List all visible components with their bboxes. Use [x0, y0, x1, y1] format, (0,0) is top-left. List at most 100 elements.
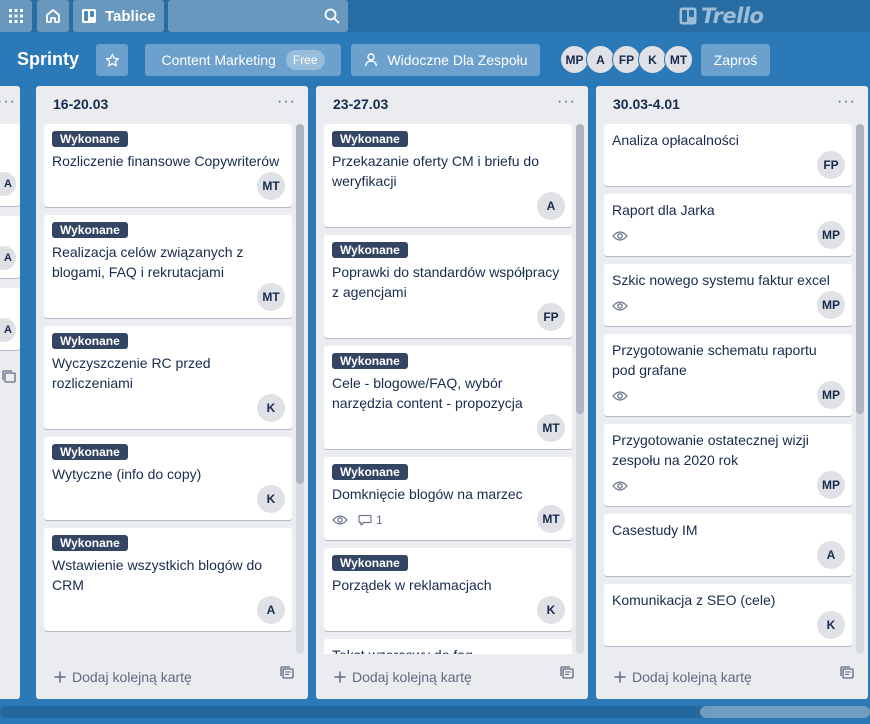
- card-member-avatar[interactable]: A: [0, 246, 16, 270]
- card-template-icon[interactable]: [560, 666, 574, 685]
- card-label[interactable]: Wykonane: [52, 333, 128, 349]
- card-title: Tekst wzorcowy do faq: [332, 645, 564, 654]
- card-member-avatar[interactable]: MT: [537, 505, 565, 533]
- board-horizontal-scrollbar[interactable]: [0, 706, 870, 718]
- list-card[interactable]: Wykonane Rozliczenie finansowe Copywriter…: [44, 124, 292, 207]
- list-menu-icon[interactable]: ···: [557, 93, 576, 111]
- cards-container: Wykonane Rozliczenie finansowe Copywriter…: [44, 124, 300, 654]
- add-card-button[interactable]: Dodaj kolejną kartę: [334, 669, 472, 685]
- list-card[interactable]: A: [0, 124, 20, 206]
- card-member-avatar[interactable]: MT: [257, 283, 285, 311]
- star-board-button[interactable]: [96, 44, 128, 76]
- list-card[interactable]: Wykonane Realizacja celów związanych z bl…: [44, 215, 292, 318]
- card-member-avatar[interactable]: A: [257, 596, 285, 624]
- card-member-avatar[interactable]: K: [257, 485, 285, 513]
- add-card-button[interactable]: Dodaj kolejną kartę: [54, 669, 192, 685]
- card-member-avatar[interactable]: K: [257, 394, 285, 422]
- list-title[interactable]: 30.03-4.01: [613, 96, 680, 112]
- card-member-avatar[interactable]: A: [0, 172, 16, 196]
- card-member-avatar[interactable]: K: [817, 611, 845, 639]
- list-card[interactable]: Wykonane Domknięcie blogów na marzec 1 MT: [324, 457, 572, 540]
- member-avatar-mt[interactable]: MT: [664, 45, 693, 74]
- list-card[interactable]: Tekst wzorcowy do faq: [324, 639, 572, 654]
- card-member-avatar[interactable]: FP: [537, 303, 565, 331]
- list-card[interactable]: Przygotowanie ostatecznej wizji zespołu …: [604, 424, 852, 506]
- member-avatar-fp[interactable]: FP: [612, 45, 641, 74]
- list-menu-icon[interactable]: ···: [0, 93, 16, 111]
- list-menu-icon[interactable]: ···: [837, 93, 856, 111]
- list-card[interactable]: Wykonane Wstawienie wszystkich blogów do …: [44, 528, 292, 631]
- list-title[interactable]: 23-27.03: [333, 96, 388, 112]
- board-title[interactable]: Sprinty: [17, 49, 79, 70]
- list-card[interactable]: Wykonane Porządek w reklamacjach K: [324, 548, 572, 631]
- card-title: Przekazanie oferty CM i briefu do weryfi…: [332, 153, 539, 189]
- invite-button[interactable]: Zaproś: [701, 44, 770, 76]
- card-member-avatar[interactable]: MP: [817, 221, 845, 249]
- list-card[interactable]: Szkic nowego systemu faktur excel MP: [604, 264, 852, 326]
- list-card[interactable]: Przygotowanie schematu raportu pod grafa…: [604, 334, 852, 416]
- card-member-avatar[interactable]: MP: [817, 291, 845, 319]
- card-label[interactable]: Wykonane: [52, 131, 128, 147]
- list-card[interactable]: A: [0, 288, 20, 350]
- card-badges: K: [612, 611, 845, 640]
- card-label[interactable]: Wykonane: [332, 131, 408, 147]
- list-scrollbar[interactable]: [296, 124, 304, 654]
- search-input[interactable]: [168, 0, 348, 32]
- card-label[interactable]: Wykonane: [52, 444, 128, 460]
- card-label[interactable]: Wykonane: [52, 535, 128, 551]
- list-card[interactable]: Raport dla Jarka MP: [604, 194, 852, 256]
- list-card[interactable]: Wykonane Cele - blogowe/FAQ, wybór narzęd…: [324, 346, 572, 449]
- list-card[interactable]: Komunikacja z SEO (cele) K: [604, 584, 852, 646]
- home-button[interactable]: [37, 0, 69, 32]
- card-label[interactable]: Wykonane: [332, 464, 408, 480]
- list-card[interactable]: Casestudy IM A: [604, 514, 852, 576]
- card-label[interactable]: Wykonane: [332, 555, 408, 571]
- scrollbar-thumb[interactable]: [296, 124, 304, 484]
- card-label[interactable]: Wykonane: [332, 242, 408, 258]
- add-card-label: Dodaj kolejną kartę: [72, 669, 192, 685]
- visibility-button[interactable]: Widoczne Dla Zespołu: [351, 44, 540, 76]
- card-template-icon[interactable]: [840, 666, 854, 685]
- list-menu-icon[interactable]: ···: [277, 93, 296, 111]
- scrollbar-thumb[interactable]: [700, 706, 870, 718]
- list-card[interactable]: Analiza opłacalności FP: [604, 124, 852, 186]
- trello-logo[interactable]: Trello: [679, 4, 764, 28]
- card-label[interactable]: Wykonane: [332, 353, 408, 369]
- scrollbar-thumb[interactable]: [576, 124, 584, 414]
- list-card[interactable]: Wykonane Przekazanie oferty CM i briefu d…: [324, 124, 572, 227]
- card-badges: A: [332, 192, 565, 221]
- list-scrollbar[interactable]: [856, 124, 864, 654]
- card-member-avatar[interactable]: A: [817, 541, 845, 569]
- list-card[interactable]: Wykonane Wytyczne (info do copy) K: [44, 437, 292, 520]
- member-avatar-a[interactable]: A: [586, 45, 615, 74]
- apps-grid-button[interactable]: [0, 0, 32, 32]
- list-card[interactable]: Wykonane Poprawki do standardów współprac…: [324, 235, 572, 338]
- boards-button[interactable]: Tablice: [73, 0, 164, 32]
- card-badges: K: [52, 394, 285, 423]
- card-badges: MP: [612, 291, 845, 320]
- team-button[interactable]: Content Marketing Free: [145, 44, 341, 76]
- card-title: Realizacja celów związanych z blogami, F…: [52, 244, 244, 280]
- card-member-avatar[interactable]: K: [537, 596, 565, 624]
- list-card[interactable]: Wykonane Wyczyszczenie RC przed rozliczen…: [44, 326, 292, 429]
- list-scrollbar[interactable]: [576, 124, 584, 654]
- card-member-avatar[interactable]: MP: [817, 381, 845, 409]
- card-template-icon[interactable]: [2, 370, 16, 384]
- list-card[interactable]: A: [0, 216, 20, 278]
- card-member-avatar[interactable]: MP: [817, 471, 845, 499]
- member-avatar-k[interactable]: K: [638, 45, 667, 74]
- scrollbar-thumb[interactable]: [856, 124, 864, 414]
- card-badges: FP: [332, 303, 565, 332]
- card-member-avatar[interactable]: MT: [537, 414, 565, 442]
- card-label[interactable]: Wykonane: [52, 222, 128, 238]
- card-member-avatar[interactable]: A: [0, 318, 16, 342]
- list-title[interactable]: 16-20.03: [53, 96, 108, 112]
- add-card-button[interactable]: Dodaj kolejną kartę: [614, 669, 752, 685]
- card-member-avatar[interactable]: FP: [817, 151, 845, 179]
- member-avatar-mp[interactable]: MP: [560, 45, 589, 74]
- card-member-avatar[interactable]: A: [537, 192, 565, 220]
- plan-badge: Free: [285, 50, 325, 70]
- card-member-avatar[interactable]: MT: [257, 172, 285, 200]
- card-badges: K: [332, 596, 565, 625]
- card-template-icon[interactable]: [280, 666, 294, 685]
